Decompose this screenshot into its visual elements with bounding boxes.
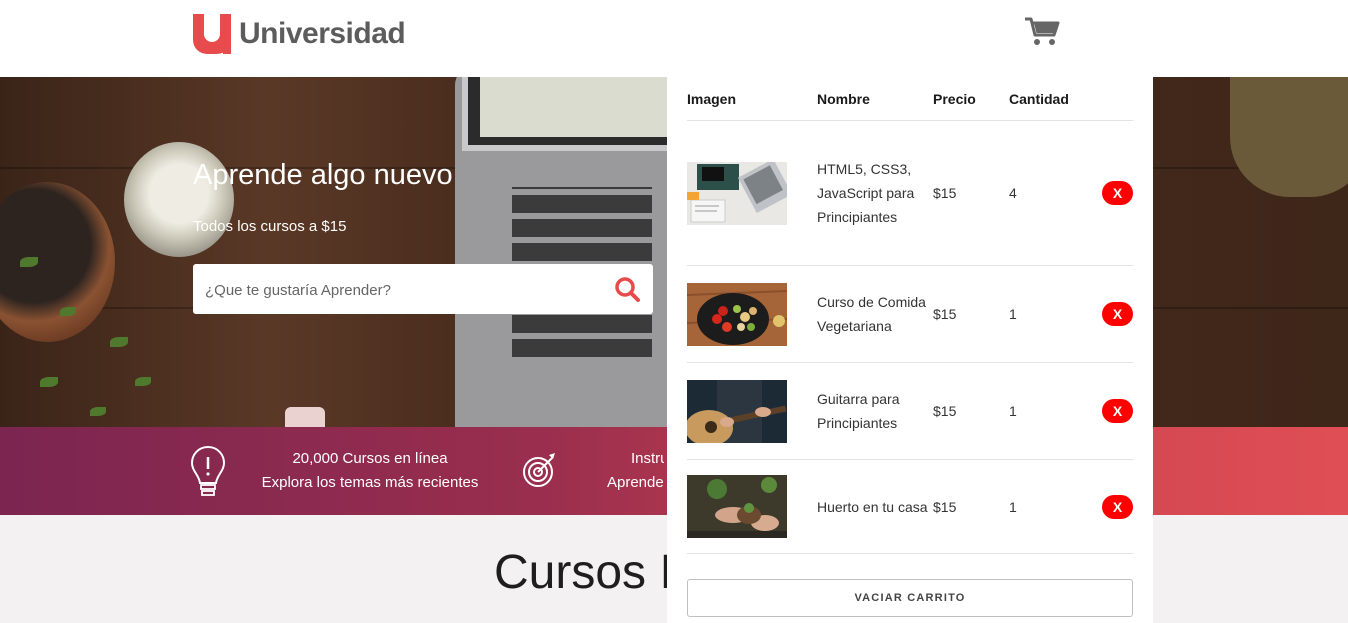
logo-text: Universidad — [239, 17, 406, 50]
hero-plant-image — [0, 182, 115, 342]
guitar-thumb — [687, 379, 787, 443]
bar-item-instructors-desc: Aprende — [607, 474, 664, 491]
cart-item-price: $15 — [933, 120, 1009, 266]
cart-item-price: $15 — [933, 459, 1009, 554]
cart-table: Imagen Nombre Precio Cantidad HTML5, CSS… — [687, 77, 1133, 554]
logo-mark — [193, 14, 231, 54]
cart-header-row: Imagen Nombre Precio Cantidad — [687, 77, 1133, 121]
cart-header-name: Nombre — [817, 77, 933, 121]
remove-item-button[interactable]: X — [1102, 494, 1133, 519]
empty-cart-button[interactable]: VACIAR CARRITO — [687, 579, 1133, 617]
cart-item-name: HTML5, CSS3, JavaScript para Principiant… — [817, 120, 933, 266]
remove-item-button[interactable]: X — [1102, 181, 1133, 205]
cart-item-price: $15 — [933, 362, 1009, 460]
bar-item-instructors: Instru Aprende — [600, 447, 664, 495]
courses-section-title: Cursos I — [494, 546, 673, 599]
garden-thumb — [687, 475, 787, 538]
cart-item-quantity: 4 — [1009, 120, 1089, 266]
cart-header-price: Precio — [933, 77, 1009, 121]
bar-item-instructors-title: Instru — [631, 450, 664, 467]
cart-item-name: Huerto en tu casa — [817, 459, 933, 554]
shopping-cart-icon[interactable] — [1024, 16, 1060, 46]
cart-item-name: Curso de Comida Vegetariana — [817, 265, 933, 363]
lightbulb-icon — [190, 445, 226, 496]
remove-item-button[interactable]: X — [1102, 302, 1133, 326]
cart-row: Huerto en tu casa $15 1 X — [687, 459, 1133, 554]
vegetables-thumb — [687, 282, 787, 346]
hero-title: Aprende algo nuevo — [193, 159, 453, 191]
cart-row: Guitarra para Principiantes $15 1 X — [687, 362, 1133, 460]
search-input[interactable] — [203, 264, 607, 316]
cart-dropdown: Imagen Nombre Precio Cantidad HTML5, CSS… — [667, 77, 1153, 623]
bar-item-courses: 20,000 Cursos en línea Explora los temas… — [250, 447, 490, 495]
cart-header-quantity: Cantidad — [1009, 77, 1089, 121]
cart-header-image: Imagen — [687, 77, 817, 121]
cart-item-name: Guitarra para Principiantes — [817, 362, 933, 460]
remove-item-button[interactable]: X — [1102, 399, 1133, 423]
bar-item-courses-desc: Explora los temas más recientes — [261, 474, 479, 491]
target-icon — [523, 453, 555, 487]
cart-row: HTML5, CSS3, JavaScript para Principiant… — [687, 120, 1133, 266]
cart-row: Curso de Comida Vegetariana $15 1 X — [687, 265, 1133, 363]
search-form — [193, 264, 653, 316]
laptop-desk-thumb — [687, 161, 787, 225]
cart-item-quantity: 1 — [1009, 265, 1089, 363]
search-icon[interactable] — [614, 276, 640, 302]
site-header: Universidad — [0, 0, 1348, 77]
hero-subtitle: Todos los cursos a $15 — [193, 218, 347, 235]
cart-item-quantity: 1 — [1009, 459, 1089, 554]
logo[interactable]: Universidad — [193, 14, 406, 54]
cart-item-price: $15 — [933, 265, 1009, 363]
bar-item-courses-title: 20,000 Cursos en línea — [292, 450, 448, 467]
cart-item-quantity: 1 — [1009, 362, 1089, 460]
